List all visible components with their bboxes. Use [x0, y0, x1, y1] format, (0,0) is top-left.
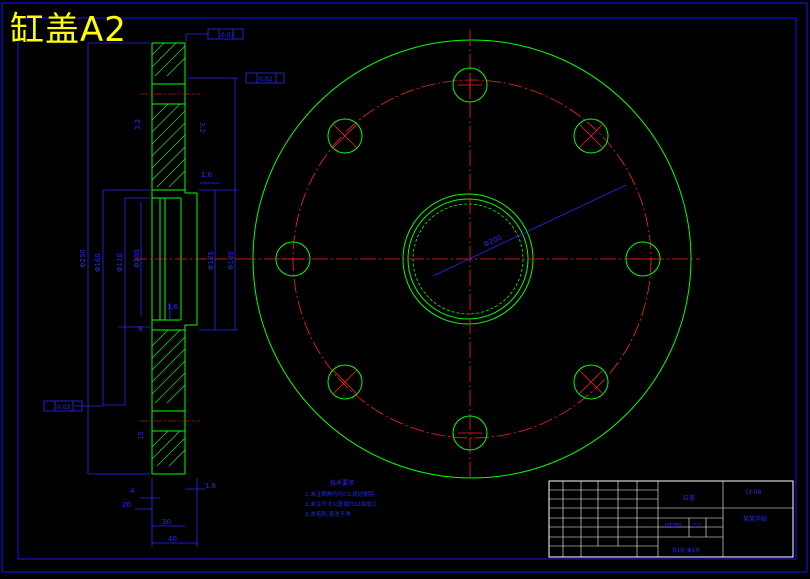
dim-offset: 8	[138, 325, 142, 333]
dim-thick-a: 15	[137, 431, 145, 440]
inner-frame	[17, 17, 797, 560]
tech-notes: 技术要求 1.未注倒角均为C1,锐边倒钝 2.未注尺寸公差按IT12级加工 3.…	[305, 479, 378, 518]
dim-bore-dia: Φ110	[116, 253, 124, 272]
tb-scale: 1:1	[693, 523, 701, 529]
title-block: 缸盖 LY-08 某某学校 HT200 1:1 共1张 第1张	[548, 480, 794, 558]
drawing-sheet: 0.03 0.02 0.03 Φ250 Φ160 Φ110 Φ100 Φ125 …	[0, 0, 810, 575]
notes-line-2: 2.未注尺寸公差按IT12级加工	[305, 500, 378, 508]
dim-flange-t: 20	[122, 501, 131, 509]
drawing-title: 缸盖A2	[10, 10, 127, 50]
tb-drawing-no: LY-08	[746, 489, 761, 496]
fcf-top: 0.03	[207, 28, 244, 40]
tb-material: HT200	[665, 523, 681, 529]
dim-inner-dia: Φ100	[133, 249, 141, 268]
notes-heading: 技术要求	[330, 479, 354, 487]
dim-step-right: 1.6	[201, 171, 213, 179]
dim-groove-dia: Φ125	[207, 251, 215, 270]
section-view: 0.03 0.02 0.03 Φ250 Φ160 Φ110 Φ100 Φ125 …	[43, 28, 285, 547]
cad-drawing: 0.03 0.02 0.03 Φ250 Φ160 Φ110 Φ100 Φ125 …	[1, 2, 808, 573]
dim-outer-dia: Φ250	[79, 249, 87, 268]
dim-thick-c: 40	[168, 535, 177, 543]
tb-org: 某某学校	[743, 515, 767, 523]
dim-bolt-circle: Φ200	[482, 234, 502, 249]
rough-top: 3.2	[134, 119, 142, 130]
fcf-left-value: 0.03	[57, 404, 71, 411]
dim-hub-dia: Φ130	[227, 251, 235, 270]
outer-frame	[1, 2, 808, 573]
fcf-mid: 0.02	[245, 72, 285, 84]
dim-right-bottom: 1.6	[205, 482, 217, 490]
front-view: Φ200	[240, 30, 700, 480]
dim-slot-w: 4	[130, 487, 135, 495]
tb-sheet: 共1张 第1张	[672, 547, 700, 554]
rough-right: 3.2	[198, 122, 206, 133]
tb-part-name: 缸盖	[683, 494, 695, 502]
fcf-mid-value: 0.02	[259, 76, 273, 83]
dim-spigot-dia: Φ160	[94, 253, 102, 272]
notes-line-1: 1.未注倒角均为C1,锐边倒钝	[305, 490, 375, 498]
bolt-circle-leader	[432, 184, 627, 277]
notes-line-3: 3.去毛刺,清洗干净	[305, 510, 351, 518]
fcf-top-value: 0.03	[221, 32, 235, 39]
dim-step-len: 1.6	[167, 303, 179, 311]
dim-thick-b: 30	[162, 518, 171, 526]
